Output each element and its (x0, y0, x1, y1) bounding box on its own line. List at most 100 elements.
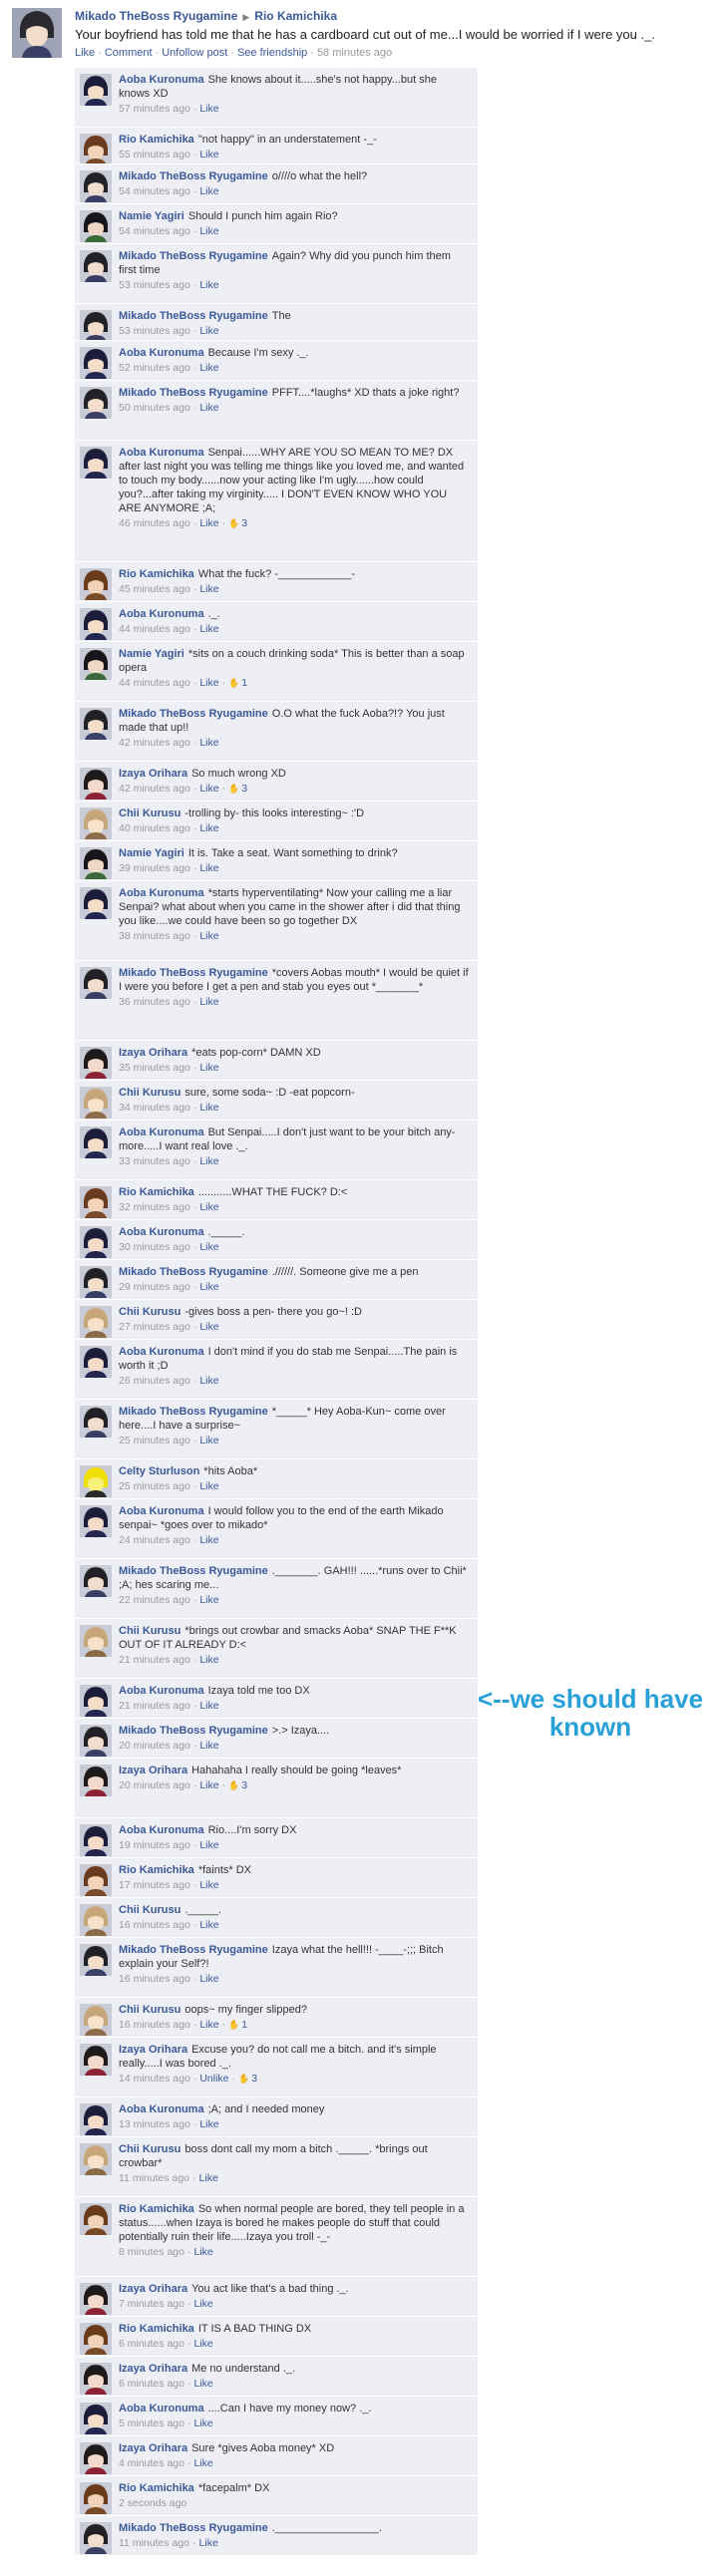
commenter-avatar[interactable] (80, 134, 112, 163)
like-count[interactable]: ✋ 3 (228, 1778, 247, 1792)
comment-like-link[interactable]: Like (199, 583, 218, 595)
commenter-avatar[interactable] (80, 1685, 112, 1717)
commenter-avatar[interactable] (80, 387, 112, 419)
commenter-name[interactable]: Namie Yagiri (119, 648, 184, 660)
post-comment-link[interactable]: Comment (105, 47, 153, 59)
commenter-name[interactable]: Chii Kurusu (119, 1306, 181, 1318)
post-see-friendship-link[interactable]: See friendship (237, 47, 307, 59)
commenter-avatar[interactable] (80, 1186, 112, 1218)
commenter-avatar[interactable] (80, 2363, 112, 2395)
commenter-name[interactable]: Izaya Orihara (119, 2283, 187, 2295)
commenter-avatar[interactable] (80, 1565, 112, 1597)
commenter-avatar[interactable] (80, 847, 112, 879)
commenter-avatar[interactable] (80, 2203, 112, 2235)
comment-like-link[interactable]: Like (199, 1654, 218, 1666)
comment-like-link[interactable]: Like (199, 930, 218, 942)
commenter-name[interactable]: Mikado TheBoss Ryugamine (119, 967, 268, 979)
comment-like-link[interactable]: Like (193, 2338, 212, 2350)
comment-like-link[interactable]: Like (199, 1973, 218, 1985)
commenter-avatar[interactable] (80, 2103, 112, 2135)
comment-like-link[interactable]: Like (199, 1375, 218, 1387)
comment-like-link[interactable]: Like (199, 1201, 218, 1213)
post-author-name[interactable]: Mikado TheBoss Ryugamine (75, 9, 237, 23)
comment-like-link[interactable]: Like (199, 1740, 218, 1752)
comment-like-link[interactable]: Like (199, 822, 218, 834)
comment-like-link[interactable]: Like (199, 185, 218, 197)
like-count[interactable]: ✋ 3 (228, 782, 247, 796)
commenter-name[interactable]: Rio Kamichika (119, 568, 194, 580)
comment-like-link[interactable]: Like (199, 1700, 218, 1712)
post-like-link[interactable]: Like (75, 47, 95, 59)
commenter-name[interactable]: Aoba Kuronuma (119, 1226, 204, 1238)
commenter-avatar[interactable] (80, 1765, 112, 1796)
comment-like-link[interactable]: Like (199, 996, 218, 1008)
comment-like-link[interactable]: Like (199, 1321, 218, 1333)
commenter-avatar[interactable] (80, 2044, 112, 2076)
commenter-avatar[interactable] (80, 347, 112, 379)
comment-like-link[interactable]: Like (193, 2417, 212, 2429)
comment-like-link[interactable]: Like (199, 1241, 218, 1253)
commenter-avatar[interactable] (80, 1346, 112, 1378)
commenter-name[interactable]: Mikado TheBoss Ryugamine (119, 708, 268, 720)
commenter-avatar[interactable] (80, 608, 112, 640)
commenter-name[interactable]: Aoba Kuronuma (119, 447, 204, 459)
commenter-name[interactable]: Izaya Orihara (119, 768, 187, 780)
comment-like-link[interactable]: Like (199, 677, 218, 689)
commenter-name[interactable]: Aoba Kuronuma (119, 608, 204, 620)
commenter-name[interactable]: Mikado TheBoss Ryugamine (119, 387, 268, 399)
commenter-avatar[interactable] (80, 568, 112, 600)
comment-like-link[interactable]: Like (193, 2378, 212, 2390)
commenter-name[interactable]: Rio Kamichika (119, 134, 194, 146)
comment-like-link[interactable]: Like (199, 402, 218, 414)
commenter-avatar[interactable] (80, 1824, 112, 1856)
commenter-avatar[interactable] (80, 1465, 112, 1497)
comment-like-link[interactable]: Like (199, 279, 218, 291)
commenter-name[interactable]: Rio Kamichika (119, 2482, 194, 2494)
commenter-avatar[interactable] (80, 1944, 112, 1976)
commenter-avatar[interactable] (80, 2522, 112, 2554)
post-author-avatar[interactable] (12, 8, 62, 58)
comment-like-link[interactable]: Unlike (199, 2073, 228, 2085)
commenter-name[interactable]: Chii Kurusu (119, 2004, 181, 2016)
like-count[interactable]: ✋ 3 (238, 2072, 257, 2086)
comment-like-link[interactable]: Like (199, 103, 218, 115)
commenter-avatar[interactable] (80, 1306, 112, 1338)
commenter-name[interactable]: Aoba Kuronuma (119, 1346, 204, 1358)
commenter-name[interactable]: Aoba Kuronuma (119, 887, 204, 899)
commenter-avatar[interactable] (80, 2004, 112, 2036)
commenter-name[interactable]: Izaya Orihara (119, 1765, 187, 1776)
comment-like-link[interactable]: Like (199, 623, 218, 635)
commenter-name[interactable]: Aoba Kuronuma (119, 1824, 204, 1836)
commenter-avatar[interactable] (80, 1625, 112, 1657)
comment-like-link[interactable]: Like (199, 225, 218, 237)
commenter-name[interactable]: Chii Kurusu (119, 807, 181, 819)
commenter-avatar[interactable] (80, 250, 112, 282)
commenter-name[interactable]: Rio Kamichika (119, 2203, 194, 2215)
comment-like-link[interactable]: Like (199, 2537, 218, 2549)
comment-like-link[interactable]: Like (199, 1919, 218, 1931)
comment-like-link[interactable]: Like (199, 2019, 218, 2031)
commenter-name[interactable]: Celty Sturluson (119, 1465, 199, 1477)
commenter-name[interactable]: Namie Yagiri (119, 847, 184, 859)
comment-like-link[interactable]: Like (199, 1102, 218, 1114)
commenter-name[interactable]: Aoba Kuronuma (119, 2403, 204, 2415)
commenter-avatar[interactable] (80, 310, 112, 340)
commenter-avatar[interactable] (80, 2323, 112, 2355)
like-count[interactable]: ✋ 3 (228, 516, 247, 530)
commenter-avatar[interactable] (80, 1127, 112, 1158)
commenter-name[interactable]: Izaya Orihara (119, 2044, 187, 2056)
commenter-name[interactable]: Mikado TheBoss Ryugamine (119, 1944, 268, 1956)
comment-like-link[interactable]: Like (199, 1879, 218, 1891)
commenter-avatar[interactable] (80, 1226, 112, 1258)
commenter-name[interactable]: Chii Kurusu (119, 1087, 181, 1099)
commenter-avatar[interactable] (80, 807, 112, 839)
commenter-avatar[interactable] (80, 708, 112, 740)
commenter-avatar[interactable] (80, 2283, 112, 2315)
commenter-avatar[interactable] (80, 887, 112, 919)
comment-like-link[interactable]: Like (199, 1839, 218, 1851)
comment-like-link[interactable]: Like (199, 1594, 218, 1606)
commenter-avatar[interactable] (80, 1406, 112, 1438)
comment-like-link[interactable]: Like (199, 2118, 218, 2130)
commenter-name[interactable]: Rio Kamichika (119, 1186, 194, 1198)
comment-like-link[interactable]: Like (199, 1155, 218, 1167)
